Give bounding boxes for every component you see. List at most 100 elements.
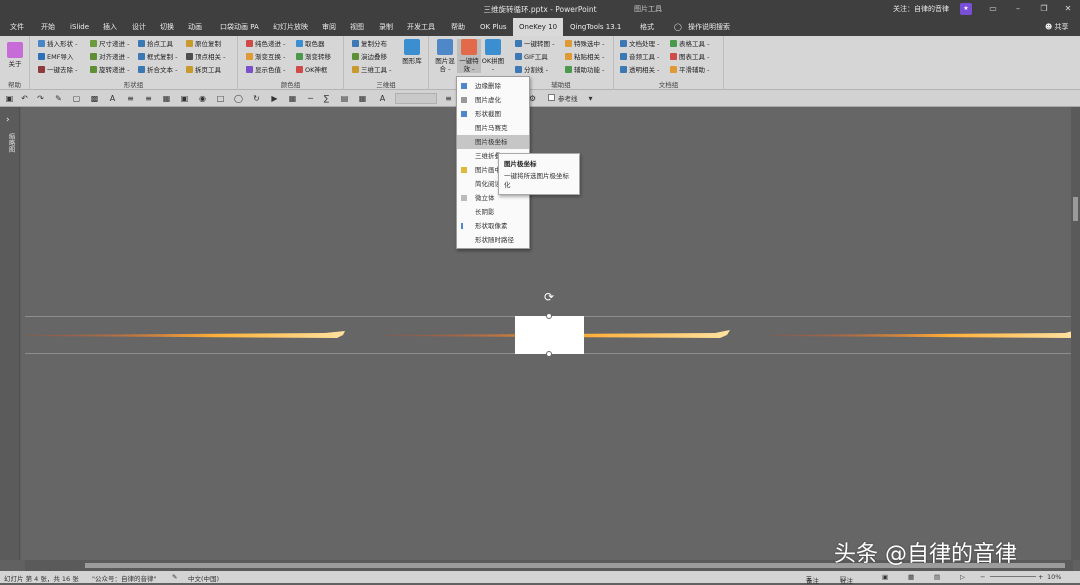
font-color-icon[interactable]: A <box>378 94 387 103</box>
group-icon[interactable]: ▣ <box>180 94 189 103</box>
undo-icon[interactable]: ↶ <box>20 94 29 103</box>
text-box-icon[interactable]: A <box>108 94 117 103</box>
font-size-select[interactable] <box>395 93 437 104</box>
audio-tools-button[interactable]: 音频工具 - <box>620 52 659 63</box>
special-select-button[interactable]: 特殊选中 - <box>565 39 604 50</box>
tab-onekey[interactable]: OneKey 10 <box>513 18 564 36</box>
tab-home[interactable]: 开始 <box>41 18 55 36</box>
table-qat-icon[interactable]: ▦ <box>358 94 367 103</box>
copy-in-place-button[interactable]: 原位复制 <box>186 39 221 50</box>
split-page-button[interactable]: 拆页工具 <box>186 65 221 76</box>
show-color-value-button[interactable]: 显示色值 - <box>246 65 285 76</box>
smooth-assist-button[interactable]: 平滑辅助 - <box>670 65 709 76</box>
tab-islide[interactable]: iSlide <box>70 18 89 36</box>
vertex-button[interactable]: 顶点相关 - <box>186 52 225 63</box>
copy-distribute-button[interactable]: 复制分布 <box>352 39 387 50</box>
tab-qingtools[interactable]: QingTools 13.1 <box>570 18 621 36</box>
align-left-icon[interactable]: ≡ <box>126 94 135 103</box>
tab-file[interactable]: 文件 <box>10 18 24 36</box>
account-name[interactable]: 关注：自律的音律 <box>893 4 949 14</box>
tab-developer[interactable]: 开发工具 <box>407 18 435 36</box>
shape-outline-icon[interactable]: ▢ <box>72 94 81 103</box>
eyedropper-button[interactable]: 取色器 <box>296 39 325 50</box>
reading-view-icon[interactable]: ▤ <box>934 573 940 581</box>
about-button[interactable]: 关于 <box>3 42 27 68</box>
menu-item-image-blur[interactable]: 图片虚化 <box>457 93 529 107</box>
tab-help[interactable]: 帮助 <box>451 18 465 36</box>
tab-pocket-animation[interactable]: 口袋动画 PA <box>220 18 259 36</box>
one-key-to-image-button[interactable]: 一键转图 - <box>515 39 554 50</box>
align-step-button[interactable]: 对齐递进 - <box>90 52 129 63</box>
save-icon[interactable]: ▣ <box>5 94 14 103</box>
size-step-button[interactable]: 尺寸递进 - <box>90 39 129 50</box>
slideshow-view-icon[interactable]: ▷ <box>960 573 965 581</box>
paste-related-button[interactable]: 粘贴相关 - <box>565 52 604 63</box>
one-key-effects-button[interactable]: 一键特效 - <box>457 39 481 73</box>
chart-qat-icon[interactable]: ▤ <box>340 94 349 103</box>
vertical-scroll-thumb[interactable] <box>1073 197 1078 221</box>
tab-format[interactable]: 格式 <box>640 18 654 36</box>
ok-collage-button[interactable]: OK拼图 - <box>481 39 505 73</box>
tab-design[interactable]: 设计 <box>132 18 146 36</box>
fold-text-button[interactable]: 折合文本 - <box>138 65 177 76</box>
arrange-icon[interactable]: ▦ <box>288 94 297 103</box>
proofing-icon[interactable]: ✎ <box>172 573 177 581</box>
assist-functions-button[interactable]: 辅助功能 - <box>565 65 604 76</box>
normal-view-icon[interactable]: ▣ <box>882 573 888 581</box>
one-click-remove-button[interactable]: 一键去除 - <box>38 65 77 76</box>
ribbon-display-icon[interactable]: ▭ <box>987 3 999 15</box>
tab-review[interactable]: 审阅 <box>322 18 336 36</box>
zoom-slider[interactable] <box>990 576 1036 577</box>
share-button[interactable]: ☻ 共享 <box>1045 18 1069 36</box>
language[interactable]: 中文(中国) <box>188 573 219 583</box>
zoom-level[interactable]: 10% <box>1047 573 1061 581</box>
tab-record[interactable]: 录制 <box>379 18 393 36</box>
zoom-out-icon[interactable]: − <box>980 573 985 581</box>
menu-item-long-shadow[interactable]: 长阴影 <box>457 205 529 219</box>
menu-item-shape-screenshot[interactable]: 形状截图 <box>457 107 529 121</box>
menu-item-polar-coordinates[interactable]: 图片极坐标 <box>457 135 529 149</box>
list-icon[interactable]: ≡ <box>444 94 453 103</box>
gradient-transfer-button[interactable]: 渐变转移 <box>296 52 331 63</box>
tab-slideshow[interactable]: 幻灯片放映 <box>273 18 308 36</box>
resize-handle-bottom[interactable] <box>546 351 552 357</box>
shape-library-button[interactable]: 图形库 <box>400 39 424 65</box>
chart-tools-button[interactable]: 图表工具 - <box>670 52 709 63</box>
solid-step-button[interactable]: 纯色递进 - <box>246 39 285 50</box>
paint-bucket-icon[interactable]: ◉ <box>198 94 207 103</box>
transparency-button[interactable]: 透明相关 - <box>620 65 659 76</box>
frame-copy-button[interactable]: 框式复制 - <box>138 52 177 63</box>
gradient-swap-button[interactable]: 渐变互换 - <box>246 52 285 63</box>
insert-shape-button[interactable]: 插入形状 - <box>38 39 77 50</box>
tell-me-search[interactable]: 操作说明搜索 <box>688 18 730 36</box>
zoom-in-icon[interactable]: + <box>1038 573 1043 581</box>
vertical-scrollbar[interactable] <box>1071 107 1080 560</box>
lasso-icon[interactable]: ◯ <box>234 94 243 103</box>
tab-insert[interactable]: 插入 <box>103 18 117 36</box>
three-d-tools-button[interactable]: 三维工具 - <box>352 65 391 76</box>
table-tools-button[interactable]: 表格工具 - <box>670 39 709 50</box>
menu-item-shape-path[interactable]: 形状随时路径 <box>457 233 529 247</box>
tab-okplus[interactable]: OK Plus <box>480 18 507 36</box>
selected-picture[interactable] <box>515 316 584 354</box>
avatar[interactable]: ★ <box>960 3 972 15</box>
doc-process-button[interactable]: 文档处理 - <box>620 39 659 50</box>
expand-pane-icon[interactable]: › <box>6 115 10 125</box>
resize-handle-top[interactable] <box>546 313 552 319</box>
tab-animations[interactable]: 动画 <box>188 18 202 36</box>
format-painter-icon[interactable]: ✎ <box>54 94 63 103</box>
tab-view[interactable]: 视图 <box>350 18 364 36</box>
pick-point-button[interactable]: 拾点工具 <box>138 39 173 50</box>
rotate-qat-icon[interactable]: ↻ <box>252 94 261 103</box>
crop-icon[interactable]: □ <box>216 94 225 103</box>
tab-transitions[interactable]: 切换 <box>160 18 174 36</box>
align-center-icon[interactable]: ≡ <box>144 94 153 103</box>
rotate-handle-icon[interactable]: ⟳ <box>544 290 554 304</box>
divider-line-button[interactable]: 分割线 - <box>515 65 548 76</box>
equation-icon[interactable]: ∑ <box>322 94 331 103</box>
gif-tools-button[interactable]: GIF工具 <box>515 52 548 63</box>
menu-item-shape-pixel[interactable]: 形状取像素 <box>457 219 529 233</box>
minimize-icon[interactable]: – <box>1012 3 1024 15</box>
close-icon[interactable]: ✕ <box>1062 3 1074 15</box>
emf-import-button[interactable]: EMF导入 <box>38 52 73 63</box>
